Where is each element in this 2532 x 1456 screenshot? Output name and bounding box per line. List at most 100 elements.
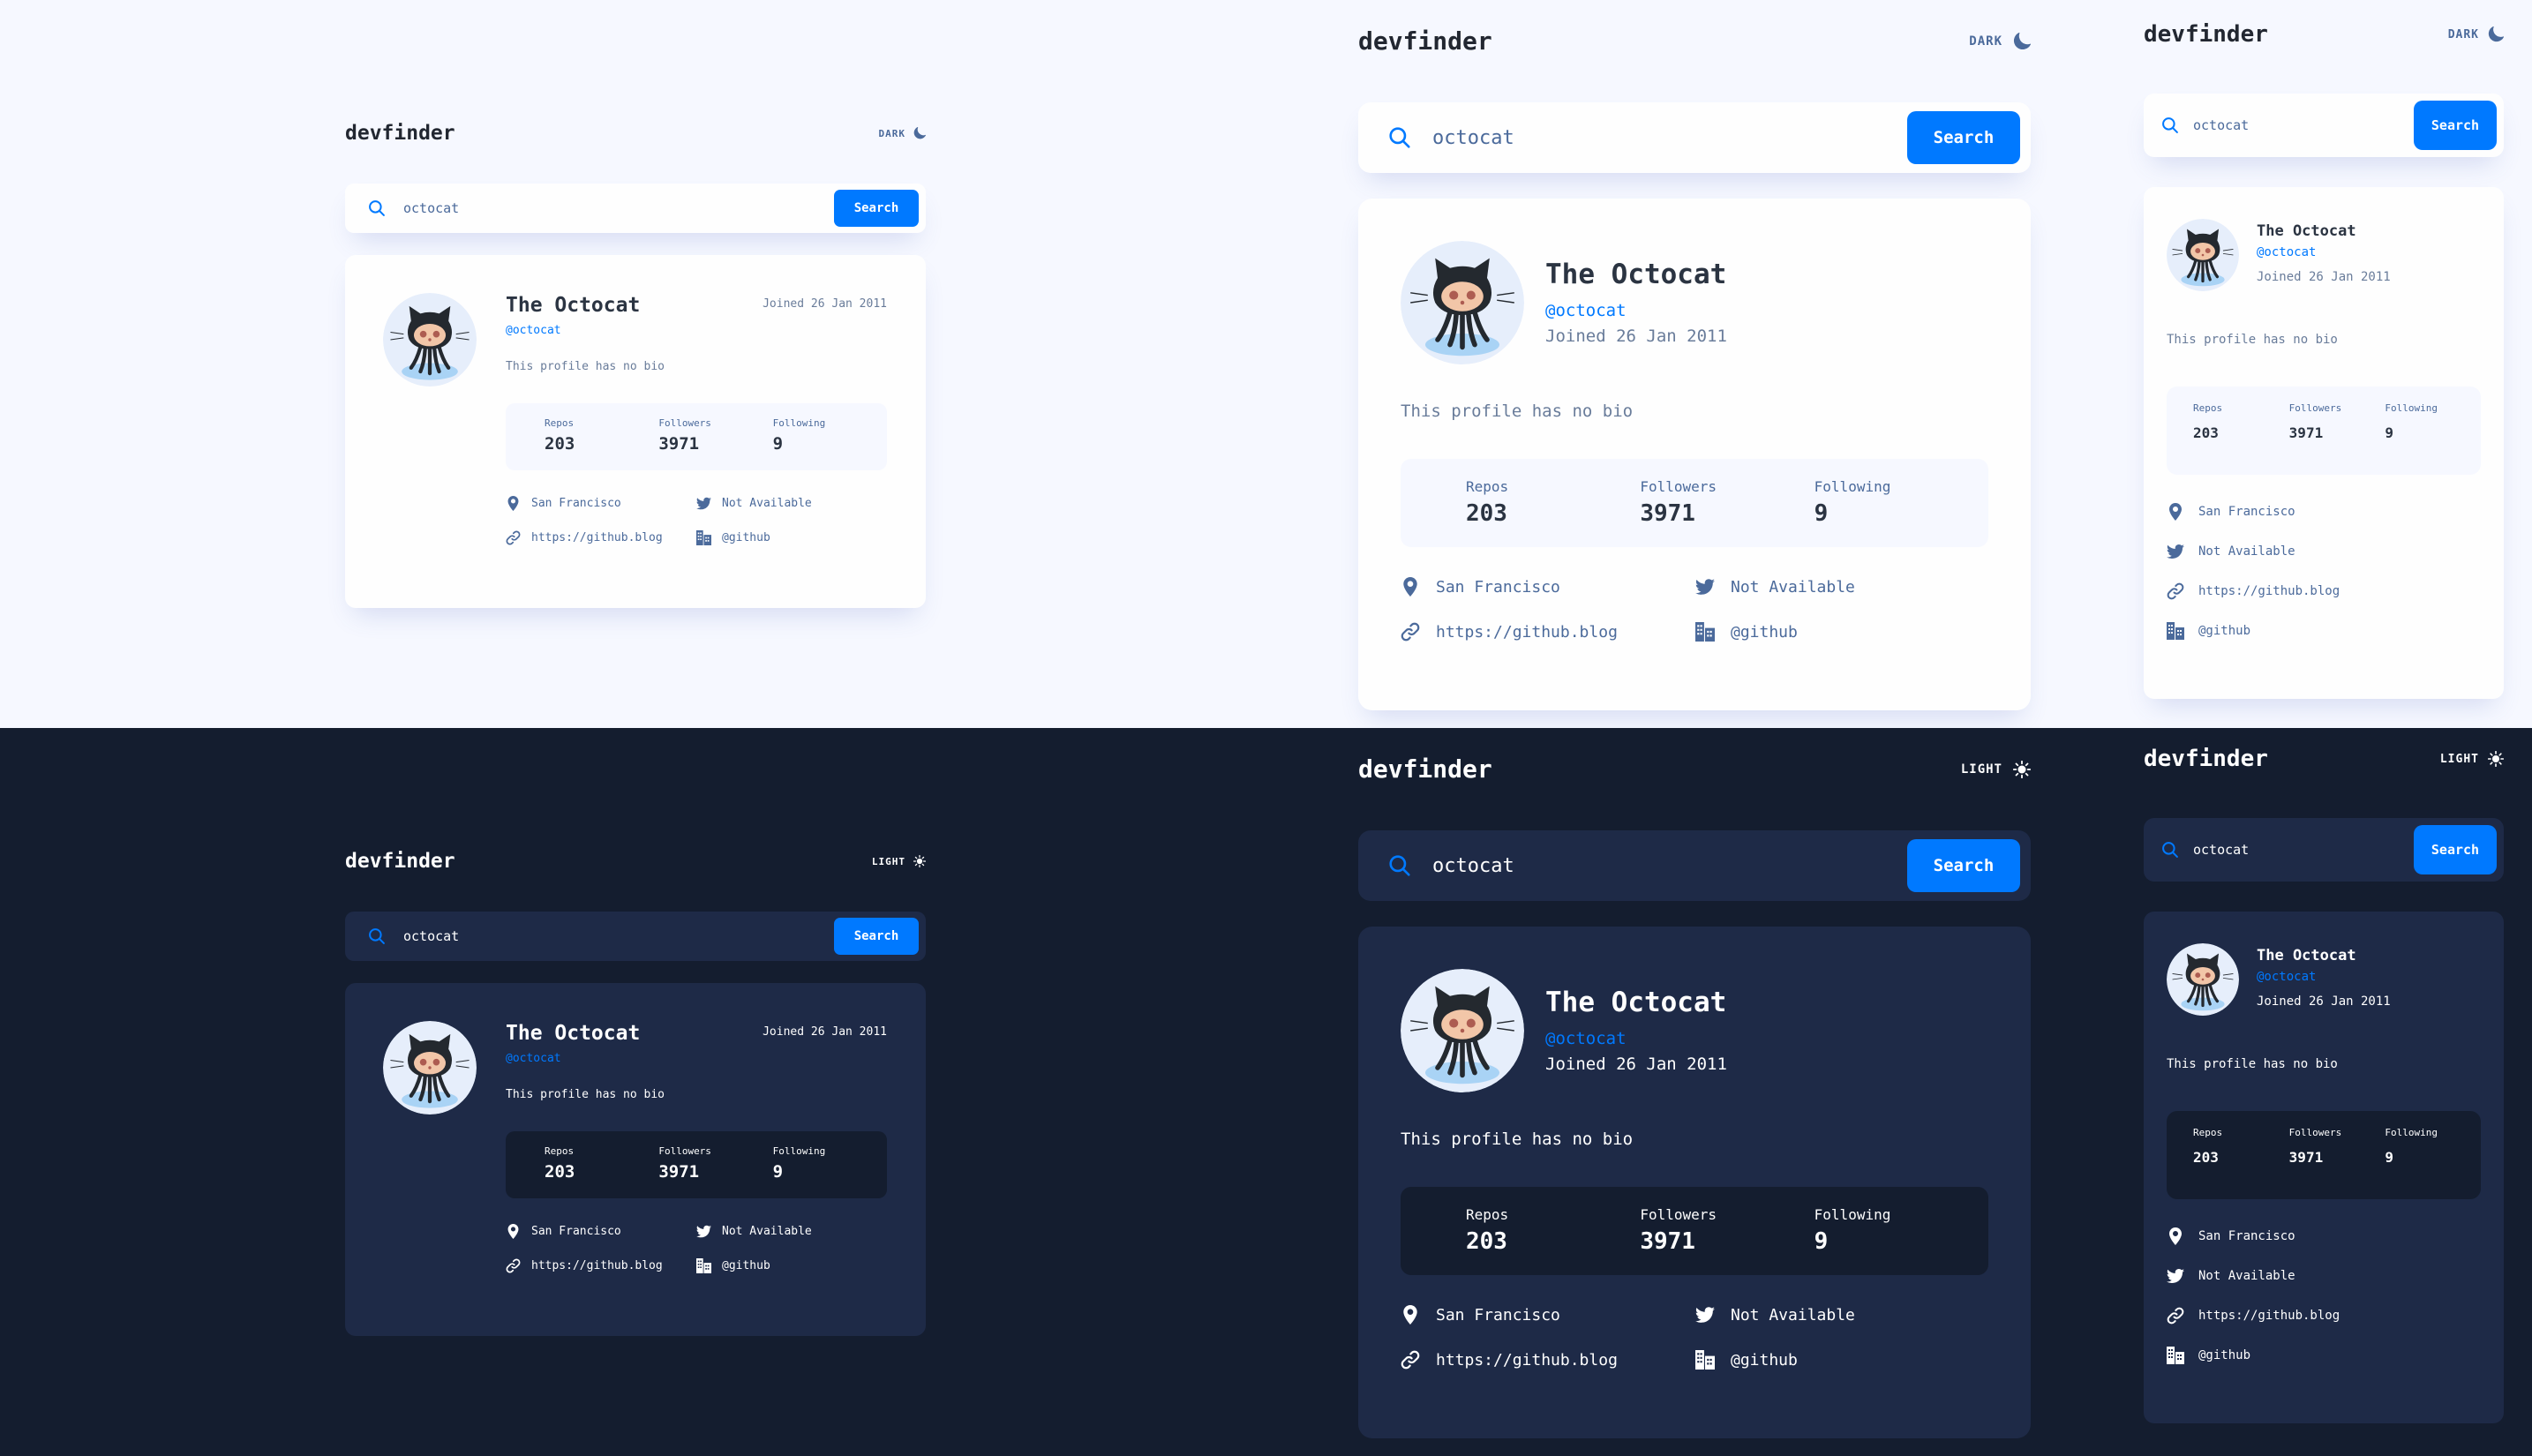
link-icon (2167, 1307, 2184, 1325)
link-icon (2167, 582, 2184, 600)
theme-toggle-label: DARK (2447, 27, 2479, 41)
profile-joined-date: Joined 26 Jan 2011 (763, 297, 887, 311)
blog-link[interactable]: https://github.blog (531, 531, 663, 544)
profile-bio: This profile has no bio (1401, 402, 1634, 421)
stat-following: Following 9 (773, 1145, 887, 1198)
devfinder-app-tablet-dark: devfinder LIGHT Search (1358, 754, 2031, 1443)
app-logo: devfinder (345, 122, 455, 145)
stats-panel: Repos 203 Followers 3971 Following 9 (1401, 459, 1988, 547)
blog-link[interactable]: https://github.blog (2198, 584, 2340, 598)
dark-theme-section: devfinder LIGHT Search (0, 728, 2532, 1456)
blog-item[interactable]: https://github.blog (2167, 582, 2340, 600)
avatar (1401, 241, 1524, 364)
company-text: @github (1731, 1350, 1798, 1370)
stat-label: Followers (1640, 1206, 1717, 1223)
link-icon (506, 530, 521, 545)
location-pin-icon (2169, 503, 2182, 521)
search-input[interactable] (402, 927, 834, 945)
location-text: San Francisco (531, 497, 621, 510)
twitter-item: Not Available (2167, 543, 2295, 560)
profile-login-link[interactable]: @octocat (1545, 301, 1627, 320)
app-logo: devfinder (1358, 26, 1492, 56)
profile-card: The Octocat @octocat Joined 26 Jan 2011 … (2144, 912, 2504, 1423)
search-bar: Search (2144, 94, 2504, 157)
stats-panel: Repos 203 Followers 3971 Following 9 (506, 1131, 887, 1198)
avatar (383, 1021, 477, 1115)
office-building-icon (2167, 622, 2184, 640)
sun-icon (2488, 751, 2504, 767)
company-item: @github (2167, 1347, 2250, 1364)
blog-item[interactable]: https://github.blog (2167, 1307, 2340, 1325)
blog-item[interactable]: https://github.blog (1401, 1350, 1618, 1370)
search-button[interactable]: Search (834, 918, 919, 955)
search-input[interactable] (1431, 125, 1907, 150)
stat-repos: Repos 203 (545, 417, 658, 470)
theme-toggle[interactable]: DARK (1969, 32, 2031, 50)
profile-card: The Octocat @octocat Joined 26 Jan 2011 … (2144, 187, 2504, 699)
link-icon (506, 1258, 521, 1273)
twitter-icon (2167, 1269, 2184, 1284)
app-logo: devfinder (1358, 754, 1492, 784)
blog-item[interactable]: https://github.blog (506, 530, 663, 545)
stat-value: 3971 (658, 1162, 700, 1182)
profile-login-link[interactable]: @octocat (506, 1052, 561, 1065)
stat-followers: Followers 3971 (1640, 478, 1814, 547)
profile-name: The Octocat (506, 294, 641, 317)
twitter-item: Not Available (696, 496, 812, 511)
location-text: San Francisco (2198, 1229, 2295, 1243)
search-button[interactable]: Search (1907, 839, 2020, 892)
app-header: devfinder LIGHT (1358, 754, 2031, 784)
blog-link[interactable]: https://github.blog (531, 1259, 663, 1272)
stat-value: 203 (1466, 500, 1507, 527)
theme-toggle-label: LIGHT (1960, 762, 2002, 777)
profile-login-link[interactable]: @octocat (2257, 970, 2316, 984)
profile-login-link[interactable]: @octocat (1545, 1029, 1627, 1048)
profile-name: The Octocat (2257, 947, 2356, 964)
search-input[interactable] (2191, 841, 2414, 859)
search-button[interactable]: Search (2414, 825, 2497, 874)
sun-icon (2013, 760, 2031, 778)
blog-link[interactable]: https://github.blog (1436, 623, 1618, 642)
app-header: devfinder DARK (1358, 26, 2031, 56)
theme-toggle[interactable]: LIGHT (1960, 760, 2031, 778)
stat-following: Following 9 (2385, 1127, 2481, 1199)
app-logo: devfinder (2144, 21, 2268, 48)
profile-joined-date: Joined 26 Jan 2011 (763, 1025, 887, 1039)
profile-joined-date: Joined 26 Jan 2011 (2257, 994, 2391, 1009)
profile-login-link[interactable]: @octocat (2257, 245, 2316, 259)
twitter-item: Not Available (1695, 577, 1855, 597)
profile-login-link[interactable]: @octocat (506, 324, 561, 337)
stat-label: Following (1814, 1206, 1891, 1223)
theme-toggle[interactable]: LIGHT (872, 855, 926, 867)
stat-label: Followers (658, 1145, 711, 1157)
office-building-icon (696, 530, 711, 545)
theme-toggle[interactable]: LIGHT (2440, 751, 2504, 767)
search-button[interactable]: Search (1907, 111, 2020, 164)
search-input[interactable] (402, 199, 834, 217)
profile-name: The Octocat (506, 1022, 641, 1045)
blog-link[interactable]: https://github.blog (1436, 1351, 1618, 1370)
location-item: San Francisco (506, 1224, 621, 1239)
theme-toggle-label: DARK (1969, 34, 2002, 49)
stat-repos: Repos 203 (2193, 402, 2289, 475)
search-bar: Search (345, 912, 926, 961)
stat-value: 203 (545, 434, 575, 454)
search-button[interactable]: Search (834, 190, 919, 227)
company-text: @github (2198, 1348, 2251, 1362)
location-pin-icon (1403, 577, 1417, 597)
stat-value: 3971 (2288, 424, 2324, 441)
profile-joined-date: Joined 26 Jan 2011 (2257, 270, 2391, 284)
search-button[interactable]: Search (2414, 101, 2497, 150)
blog-item[interactable]: https://github.blog (506, 1258, 663, 1273)
search-input[interactable] (2191, 116, 2414, 134)
stat-following: Following 9 (1814, 1206, 1988, 1275)
twitter-item: Not Available (1695, 1305, 1855, 1325)
stat-label: Following (772, 417, 826, 429)
search-icon (1389, 127, 1410, 148)
stat-label: Following (772, 1145, 826, 1157)
blog-link[interactable]: https://github.blog (2198, 1309, 2340, 1323)
theme-toggle[interactable]: DARK (2448, 26, 2504, 42)
blog-item[interactable]: https://github.blog (1401, 622, 1618, 642)
search-input[interactable] (1431, 853, 1907, 878)
theme-toggle[interactable]: DARK (879, 127, 926, 139)
